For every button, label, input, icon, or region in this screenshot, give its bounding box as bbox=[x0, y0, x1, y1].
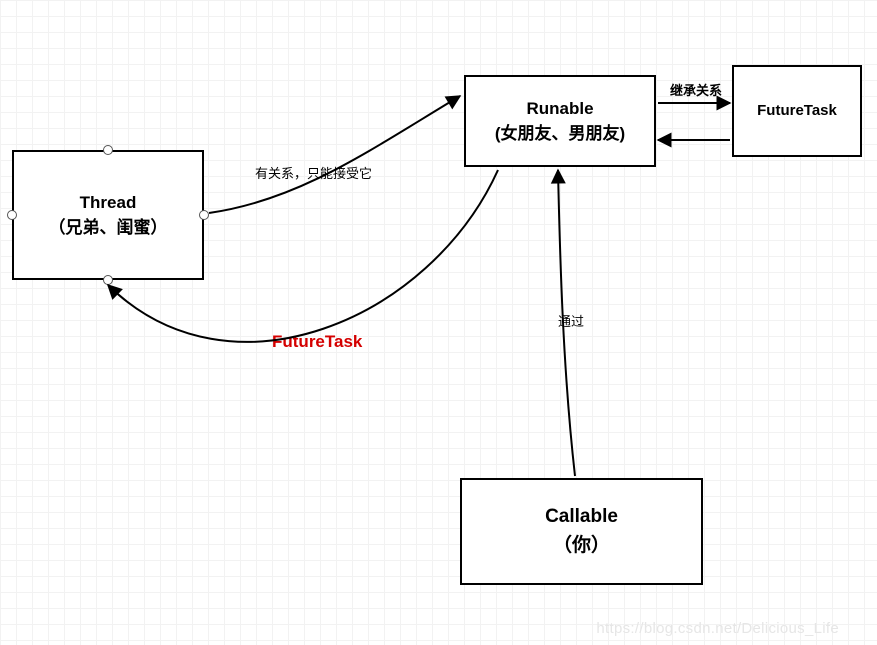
box-thread: Thread （兄弟、闺蜜） bbox=[12, 150, 204, 280]
label-inherit: 继承关系 bbox=[670, 80, 722, 99]
box-callable: Callable （你） bbox=[460, 478, 703, 585]
label-relation: 有关系，只能接受它 bbox=[255, 163, 372, 182]
box-callable-subtitle: （你） bbox=[553, 532, 610, 561]
box-futuretask: FutureTask bbox=[732, 65, 862, 157]
box-thread-subtitle: （兄弟、闺蜜） bbox=[49, 215, 168, 241]
box-thread-title: Thread bbox=[80, 190, 137, 216]
anchor-dot bbox=[103, 145, 113, 155]
box-runnable-subtitle: (女朋友、男朋友) bbox=[495, 121, 625, 147]
box-runnable-title: Runable bbox=[526, 96, 593, 122]
watermark: https://blog.csdn.net/Delicious_Life bbox=[596, 620, 839, 637]
anchor-dot bbox=[7, 210, 17, 220]
anchor-dot bbox=[103, 275, 113, 285]
box-futuretask-title: FutureTask bbox=[757, 100, 837, 123]
label-via: 通过 bbox=[558, 311, 584, 330]
label-futuretask: FutureTask bbox=[272, 332, 362, 352]
box-callable-title: Callable bbox=[545, 503, 618, 532]
box-runnable: Runable (女朋友、男朋友) bbox=[464, 75, 656, 167]
anchor-dot bbox=[199, 210, 209, 220]
